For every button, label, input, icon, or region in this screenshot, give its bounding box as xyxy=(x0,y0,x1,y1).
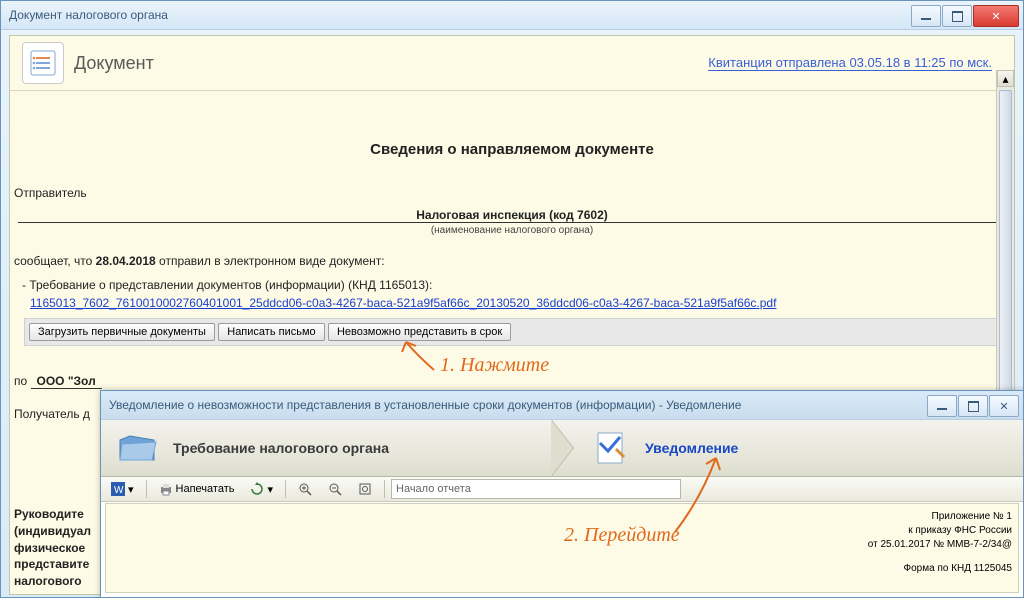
wizard-step2-label: Уведомление xyxy=(645,440,738,456)
notif-close-button[interactable]: ✕ xyxy=(989,395,1019,417)
document-header: Документ Квитанция отправлена 03.05.18 в… xyxy=(10,36,1014,91)
report-header-right: Приложение № 1 к приказу ФНС России от 2… xyxy=(868,510,1012,576)
report-preview[interactable]: Приложение № 1 к приказу ФНС России от 2… xyxy=(105,503,1019,593)
sender-label: Отправитель xyxy=(14,186,1010,200)
sent-line: сообщает, что 28.04.2018 отправил в элек… xyxy=(14,254,1010,268)
notification-titlebar[interactable]: Уведомление о невозможности представлени… xyxy=(101,391,1023,420)
wizard-separator xyxy=(551,420,573,476)
report-toolbar: W ▾ Напечатать ▾ Начало отчета xyxy=(101,477,1023,502)
scroll-up-button[interactable]: ▴ xyxy=(997,70,1014,87)
sender-hint: (наименование налогового органа) xyxy=(14,225,1010,236)
maximize-button[interactable] xyxy=(942,5,972,27)
zoom-out-button[interactable] xyxy=(322,480,348,498)
wizard-step1-label: Требование налогового органа xyxy=(173,440,389,456)
svg-text:W: W xyxy=(114,485,124,496)
zoom-fit-button[interactable] xyxy=(352,480,378,498)
recipient-line: по ООО "Зол xyxy=(14,374,1010,389)
folder-icon xyxy=(115,429,161,467)
receipt-status: Квитанция отправлена 03.05.18 в 11:25 по… xyxy=(708,55,992,71)
refresh-button[interactable]: ▾ xyxy=(244,480,279,498)
main-window-title: Документ налогового органа xyxy=(9,8,910,22)
document-icon xyxy=(22,42,64,84)
bottom-fragment: Руководите (индивидуал физическое предст… xyxy=(14,506,91,590)
word-export-button[interactable]: W ▾ xyxy=(105,480,140,498)
sender-name: Налоговая инспекция (код 7602) xyxy=(14,208,1010,222)
impossible-deadline-button[interactable]: Невозможно представить в срок xyxy=(328,323,511,341)
section-title: Сведения о направляемом документе xyxy=(14,141,1010,158)
report-nav-field[interactable]: Начало отчета xyxy=(391,479,681,499)
notification-window: Уведомление о невозможности представлени… xyxy=(100,390,1024,598)
notification-window-title: Уведомление о невозможности представлени… xyxy=(109,398,926,412)
main-titlebar[interactable]: Документ налогового органа ✕ xyxy=(1,1,1023,30)
notification-page-icon xyxy=(587,429,633,467)
write-letter-button[interactable]: Написать письмо xyxy=(218,323,324,341)
load-documents-button[interactable]: Загрузить первичные документы xyxy=(29,323,215,341)
wizard-steps: Требование налогового органа Уведомление xyxy=(101,420,1023,477)
request-line: - Требование о представлении документов … xyxy=(22,278,1010,292)
receipt-link[interactable]: Квитанция отправлена 03.05.18 в 11:25 по… xyxy=(708,55,992,70)
notif-minimize-button[interactable] xyxy=(927,395,957,417)
close-button[interactable]: ✕ xyxy=(973,5,1019,27)
notif-maximize-button[interactable] xyxy=(958,395,988,417)
zoom-in-button[interactable] xyxy=(292,480,318,498)
action-button-row: Загрузить первичные документы Написать п… xyxy=(24,318,1000,346)
print-button[interactable]: Напечатать xyxy=(153,480,241,498)
minimize-button[interactable] xyxy=(911,5,941,27)
document-heading: Документ xyxy=(74,53,154,74)
wizard-step-notification[interactable]: Уведомление xyxy=(573,420,1023,476)
document-body: Сведения о направляемом документе Отправ… xyxy=(10,91,1014,435)
scroll-thumb[interactable] xyxy=(999,90,1012,392)
wizard-step-requirement[interactable]: Требование налогового органа xyxy=(101,420,551,476)
attachment-link[interactable]: 1165013_7602_761001000276040​1001_25ddcd… xyxy=(30,296,776,310)
